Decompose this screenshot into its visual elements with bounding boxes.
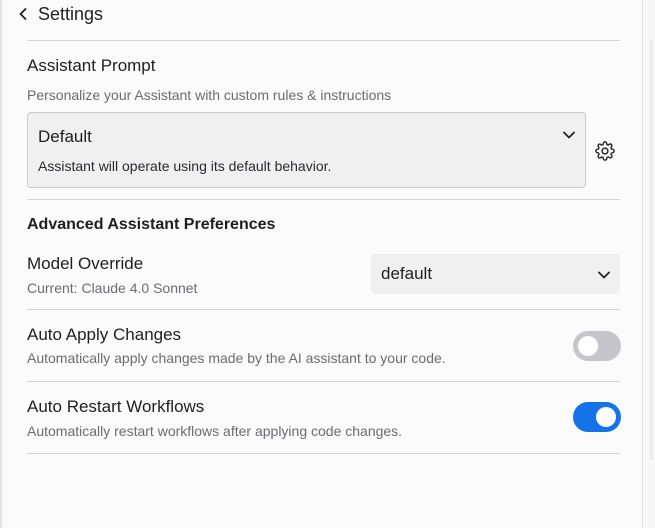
assistant-prompt-value: Default bbox=[38, 127, 92, 146]
model-override-label: Model Override bbox=[27, 254, 144, 273]
model-override-value: default bbox=[381, 264, 433, 283]
settings-header: Settings bbox=[18, 2, 103, 26]
auto-apply-label: Auto Apply Changes bbox=[27, 325, 182, 344]
row-divider bbox=[27, 309, 620, 310]
auto-apply-description: Automatically apply changes made by the … bbox=[27, 350, 446, 366]
assistant-prompt-description: Personalize your Assistant with custom r… bbox=[27, 87, 392, 103]
section-divider bbox=[27, 199, 620, 200]
toggle-knob bbox=[578, 336, 598, 356]
auto-restart-label: Auto Restart Workflows bbox=[27, 397, 205, 416]
assistant-prompt-title: Assistant Prompt bbox=[27, 56, 156, 75]
page-title: Settings bbox=[38, 3, 104, 24]
scrollbar-thumb[interactable] bbox=[650, 40, 653, 460]
panel-left-border bbox=[0, 0, 2, 528]
row-divider bbox=[27, 381, 620, 382]
model-override-current: Current: Claude 4.0 Sonnet bbox=[27, 280, 198, 296]
assistant-prompt-select[interactable]: Default Assistant will operate using its… bbox=[27, 112, 586, 188]
auto-restart-toggle[interactable] bbox=[573, 402, 621, 432]
advanced-preferences-title: Advanced Assistant Preferences bbox=[27, 216, 276, 233]
chevron-down-icon bbox=[562, 127, 576, 145]
header-divider bbox=[27, 40, 620, 41]
assistant-prompt-value-description: Assistant will operate using its default… bbox=[38, 158, 332, 174]
toggle-knob bbox=[596, 407, 616, 427]
model-override-select[interactable]: default bbox=[371, 254, 620, 294]
gear-icon[interactable] bbox=[595, 141, 615, 161]
chevron-down-icon bbox=[597, 267, 611, 285]
row-divider bbox=[27, 453, 620, 454]
auto-restart-description: Automatically restart workflows after ap… bbox=[27, 423, 403, 439]
chevron-left-icon[interactable] bbox=[18, 7, 28, 21]
auto-apply-toggle[interactable] bbox=[573, 331, 621, 361]
scrollbar-track[interactable] bbox=[642, 0, 655, 528]
